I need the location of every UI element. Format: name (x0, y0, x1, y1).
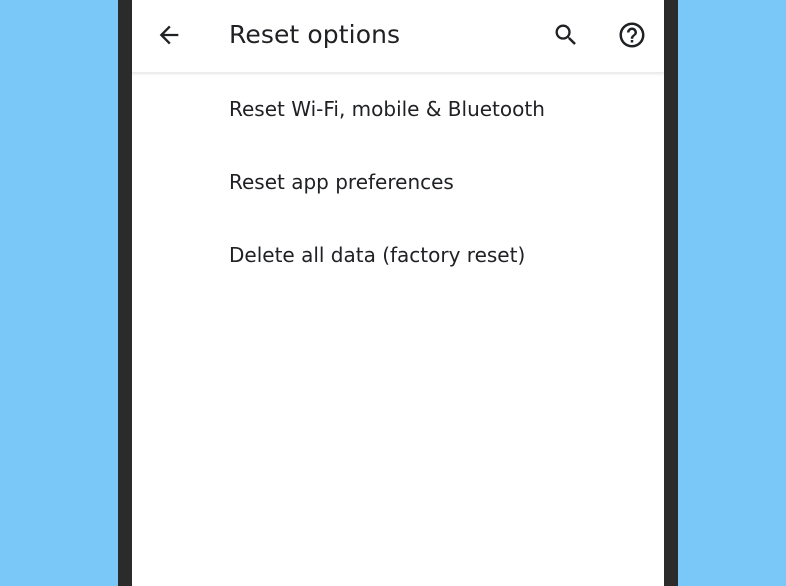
reset-app-preferences-item[interactable]: Reset app preferences (132, 146, 664, 219)
search-icon (555, 24, 576, 45)
settings-screen: Reset options Reset Wi-Fi, mobile & Blue… (132, 0, 664, 586)
page-title: Reset options (229, 20, 401, 49)
app-bar: Reset options (132, 0, 664, 73)
reset-options-list: Reset Wi-Fi, mobile & Bluetooth Reset ap… (132, 73, 664, 292)
search-button[interactable] (544, 13, 588, 57)
list-item-label: Reset app preferences (229, 170, 454, 194)
help-circle-icon (619, 22, 645, 48)
arrow-back-icon (159, 25, 179, 45)
help-button[interactable] (610, 13, 654, 57)
back-button[interactable] (147, 13, 191, 57)
list-item-label: Reset Wi-Fi, mobile & Bluetooth (229, 97, 545, 121)
list-item-label: Delete all data (factory reset) (229, 243, 526, 267)
reset-network-item[interactable]: Reset Wi-Fi, mobile & Bluetooth (132, 73, 664, 146)
factory-reset-item[interactable]: Delete all data (factory reset) (132, 219, 664, 292)
